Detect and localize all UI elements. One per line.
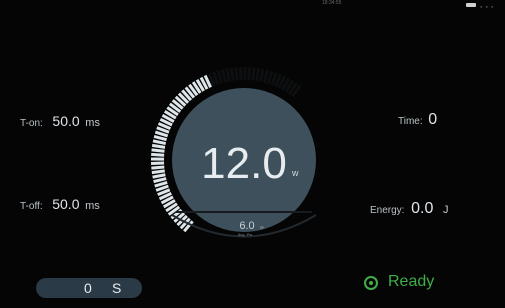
avg-power-caption: Avg. Pw xyxy=(238,232,253,237)
gauge-tick xyxy=(234,67,239,81)
power-unit: w xyxy=(291,168,299,178)
energy-unit: J xyxy=(442,204,449,216)
gauge-tick xyxy=(151,165,165,170)
gauge-tick xyxy=(151,148,165,153)
energy-readout: Energy: 0.0 J xyxy=(370,200,448,218)
avg-power-value: 6.0 xyxy=(239,220,254,232)
gauge-tick xyxy=(152,139,167,146)
t-off-label: T-off: xyxy=(20,201,43,212)
t-on-unit: ms xyxy=(85,117,100,129)
gauge-tick xyxy=(153,134,167,142)
laser-control-screen: 18:34:55 ● ● ● 12.0 w 6.0 w Avg. Pw T-on… xyxy=(0,0,505,308)
pulse-counter[interactable]: 0 S xyxy=(36,278,142,298)
gauge-tick xyxy=(151,169,165,175)
ready-button[interactable]: Ready xyxy=(364,268,474,298)
time-value: 0 xyxy=(428,111,438,128)
gauge-tick xyxy=(151,152,165,157)
gauge-tick xyxy=(216,70,224,84)
gauge-tick xyxy=(154,180,168,188)
t-on-field[interactable]: T-on: 50.0 ms xyxy=(20,113,100,129)
gauge-tick xyxy=(151,143,166,149)
gauge-tick xyxy=(153,177,167,184)
t-off-unit: ms xyxy=(85,200,100,212)
t-on-label: T-on: xyxy=(20,118,43,129)
gauge-tick xyxy=(229,67,235,81)
gauge-tick xyxy=(255,67,261,82)
time-readout: Time: 0 xyxy=(398,111,437,129)
gauge-tick xyxy=(258,68,265,83)
time-label: Time: xyxy=(398,116,423,127)
energy-label: Energy: xyxy=(370,205,405,216)
gauge-tick xyxy=(152,173,166,179)
counter-unit: S xyxy=(112,280,122,296)
energy-value: 0.0 xyxy=(411,200,434,217)
gauge-tick xyxy=(262,69,270,83)
t-off-field[interactable]: T-off: 50.0 ms xyxy=(20,196,100,212)
ready-status-icon xyxy=(364,276,378,290)
counter-value: 0 xyxy=(84,280,92,296)
ready-label: Ready xyxy=(388,273,435,290)
gauge-tick xyxy=(220,69,227,83)
gauge-tick xyxy=(247,67,252,81)
power-gauge: 12.0 w 6.0 w Avg. Pw xyxy=(150,66,317,238)
power-value: 12.0 xyxy=(201,139,287,188)
avg-power-unit: w xyxy=(260,225,264,231)
t-off-value: 50.0 xyxy=(52,196,80,212)
gauge-tick xyxy=(225,68,231,82)
t-on-value: 50.0 xyxy=(52,113,80,129)
gauge-tick xyxy=(251,67,256,81)
